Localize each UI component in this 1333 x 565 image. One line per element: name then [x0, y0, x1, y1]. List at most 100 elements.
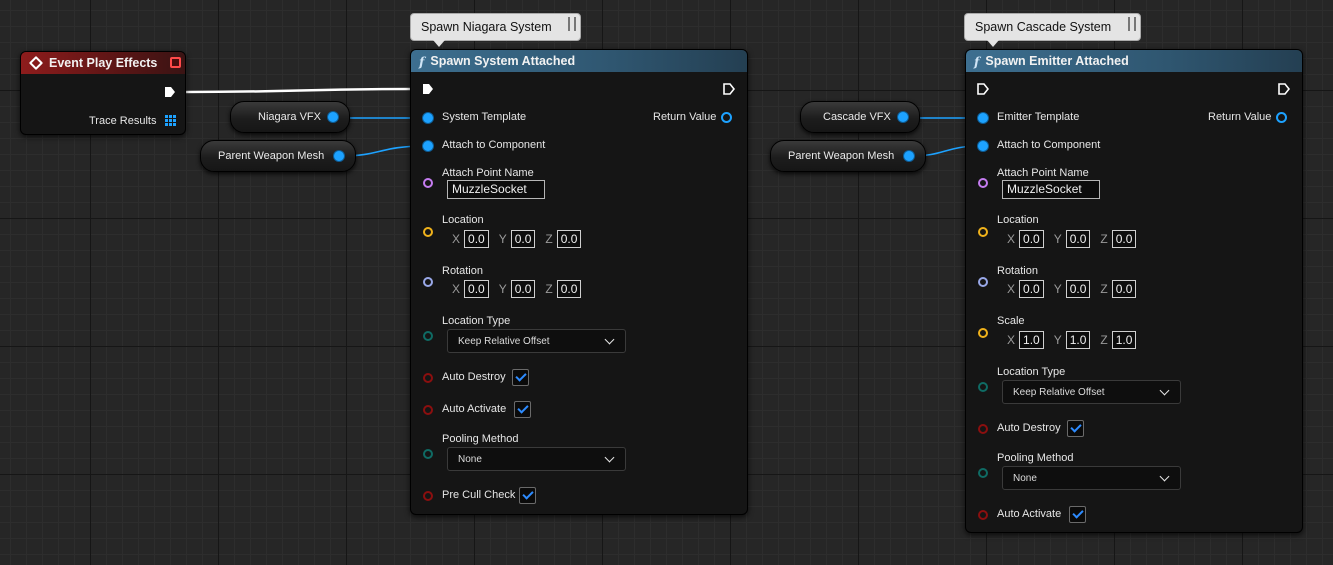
auto-activate-pin[interactable]	[423, 405, 433, 415]
emitter-template-pin[interactable]	[978, 113, 988, 123]
niagara-comment-bubble[interactable]: Spawn Niagara System	[410, 13, 581, 47]
spawn-system-attached-title: Spawn System Attached	[430, 54, 576, 68]
trace-results-label: Trace Results	[89, 115, 157, 127]
pooling-method-label: Pooling Method	[997, 452, 1074, 464]
pooling-method-dropdown[interactable]: None	[447, 447, 626, 471]
x-axis-label: X	[452, 232, 461, 246]
location-type-dropdown[interactable]: Keep Relative Offset	[447, 329, 626, 353]
location-label: Location	[442, 214, 484, 226]
return-value-label: Return Value	[653, 111, 717, 123]
attach-point-name-pin[interactable]	[978, 178, 988, 188]
rotation-pin[interactable]	[978, 277, 988, 287]
attach-to-component-pin[interactable]	[423, 141, 433, 151]
pooling-method-dropdown[interactable]: None	[1002, 466, 1181, 490]
chevron-down-icon	[1159, 471, 1170, 481]
exec-in-pin[interactable]	[422, 83, 434, 95]
cascade-vfx-variable[interactable]: Cascade VFX	[800, 101, 920, 133]
comment-pin-icon[interactable]	[568, 17, 576, 31]
scale-x-input[interactable]: 1.0	[1019, 331, 1044, 349]
parent-weapon-mesh-out-pin-1[interactable]	[334, 151, 344, 161]
location-type-label: Location Type	[442, 315, 511, 327]
pre-cull-check-checkbox[interactable]	[519, 487, 536, 504]
parent-weapon-mesh-variable-1[interactable]: Parent Weapon Mesh	[200, 140, 356, 172]
pre-cull-check-label: Pre Cull Check	[442, 489, 516, 501]
auto-activate-label: Auto Activate	[997, 508, 1062, 520]
location-type-value: Keep Relative Offset	[458, 335, 550, 347]
auto-destroy-checkbox[interactable]	[512, 369, 529, 386]
niagara-vfx-out-pin[interactable]	[328, 112, 338, 122]
function-icon: f	[419, 53, 425, 69]
parent-weapon-mesh-variable-2[interactable]: Parent Weapon Mesh	[770, 140, 926, 172]
auto-destroy-pin[interactable]	[978, 424, 988, 434]
rotation-y-input[interactable]: 0.0	[510, 280, 536, 298]
system-template-label: System Template	[442, 111, 527, 123]
location-z-input[interactable]: 0.0	[556, 230, 582, 248]
scale-y-input[interactable]: 1.0	[1065, 331, 1091, 349]
location-y-input[interactable]: 0.0	[510, 230, 536, 248]
rotation-pin[interactable]	[423, 277, 433, 287]
cascade-vfx-out-pin[interactable]	[898, 112, 908, 122]
exec-out-pin[interactable]	[723, 83, 735, 95]
spawn-system-attached-header[interactable]: f Spawn System Attached	[411, 50, 747, 72]
scale-z-input[interactable]: 1.0	[1111, 331, 1137, 349]
z-axis-label: Z	[1100, 282, 1108, 296]
attach-to-component-pin[interactable]	[978, 141, 988, 151]
rotation-x-input[interactable]: 0.0	[1019, 280, 1044, 298]
location-type-dropdown[interactable]: Keep Relative Offset	[1002, 380, 1181, 404]
cascade-comment-bubble[interactable]: Spawn Cascade System	[964, 13, 1141, 47]
attach-point-name-input[interactable]: MuzzleSocket	[447, 180, 545, 199]
pooling-method-pin[interactable]	[423, 449, 433, 459]
auto-activate-checkbox[interactable]	[514, 401, 531, 418]
niagara-vfx-variable[interactable]: Niagara VFX	[230, 101, 350, 133]
event-play-effects-node[interactable]: Event Play Effects Trace Results	[20, 51, 186, 135]
location-y-input[interactable]: 0.0	[1065, 230, 1091, 248]
attach-point-name-input[interactable]: MuzzleSocket	[1002, 180, 1100, 199]
auto-destroy-label: Auto Destroy	[442, 371, 506, 383]
exec-wire[interactable]	[181, 87, 421, 94]
system-template-pin[interactable]	[423, 113, 433, 123]
y-axis-label: Y	[1053, 282, 1062, 296]
location-label: Location	[997, 214, 1039, 226]
location-x-input[interactable]: 0.0	[1019, 230, 1044, 248]
pre-cull-check-pin[interactable]	[423, 491, 433, 501]
spawn-emitter-attached-header[interactable]: f Spawn Emitter Attached	[966, 50, 1302, 72]
event-node-header[interactable]: Event Play Effects	[21, 52, 185, 74]
trace-results-pin-icon[interactable]	[165, 115, 176, 126]
exec-out-pin[interactable]	[1278, 83, 1290, 95]
rotation-z-input[interactable]: 0.0	[556, 280, 582, 298]
exec-out-pin[interactable]	[164, 86, 176, 98]
return-value-pin[interactable]	[1276, 112, 1287, 123]
rotation-x-input[interactable]: 0.0	[464, 280, 489, 298]
scale-pin[interactable]	[978, 328, 988, 338]
auto-destroy-label: Auto Destroy	[997, 422, 1061, 434]
parent-weapon-mesh-out-pin-2[interactable]	[904, 151, 914, 161]
location-vector-fields: X 0.0 Y 0.0 Z 0.0	[452, 230, 591, 248]
pooling-method-value: None	[458, 453, 482, 465]
location-pin[interactable]	[423, 227, 433, 237]
attach-point-name-pin[interactable]	[423, 178, 433, 188]
niagara-comment-text: Spawn Niagara System	[421, 20, 552, 34]
rotation-y-input[interactable]: 0.0	[1065, 280, 1091, 298]
location-type-pin[interactable]	[423, 331, 433, 341]
comment-pin-icon[interactable]	[1128, 17, 1136, 31]
niagara-vfx-label: Niagara VFX	[258, 111, 321, 123]
parent-weapon-mesh-label-2: Parent Weapon Mesh	[788, 150, 895, 162]
auto-destroy-pin[interactable]	[423, 373, 433, 383]
pooling-method-pin[interactable]	[978, 468, 988, 478]
auto-destroy-checkbox[interactable]	[1067, 420, 1084, 437]
location-type-pin[interactable]	[978, 382, 988, 392]
auto-activate-pin[interactable]	[978, 510, 988, 520]
spawn-emitter-attached-node[interactable]: f Spawn Emitter Attached Emitter Templat…	[965, 49, 1303, 533]
delegate-pin-icon[interactable]	[170, 57, 181, 68]
auto-activate-checkbox[interactable]	[1069, 506, 1086, 523]
location-x-input[interactable]: 0.0	[464, 230, 489, 248]
exec-in-pin[interactable]	[977, 83, 989, 95]
spawn-system-attached-node[interactable]: f Spawn System Attached System Template …	[410, 49, 748, 515]
pooling-method-value: None	[1013, 472, 1037, 484]
return-value-pin[interactable]	[721, 112, 732, 123]
rotation-z-input[interactable]: 0.0	[1111, 280, 1137, 298]
z-axis-label: Z	[1100, 333, 1108, 347]
location-z-input[interactable]: 0.0	[1111, 230, 1137, 248]
location-pin[interactable]	[978, 227, 988, 237]
scale-vector-fields: X 1.0 Y 1.0 Z 1.0	[1007, 331, 1146, 349]
